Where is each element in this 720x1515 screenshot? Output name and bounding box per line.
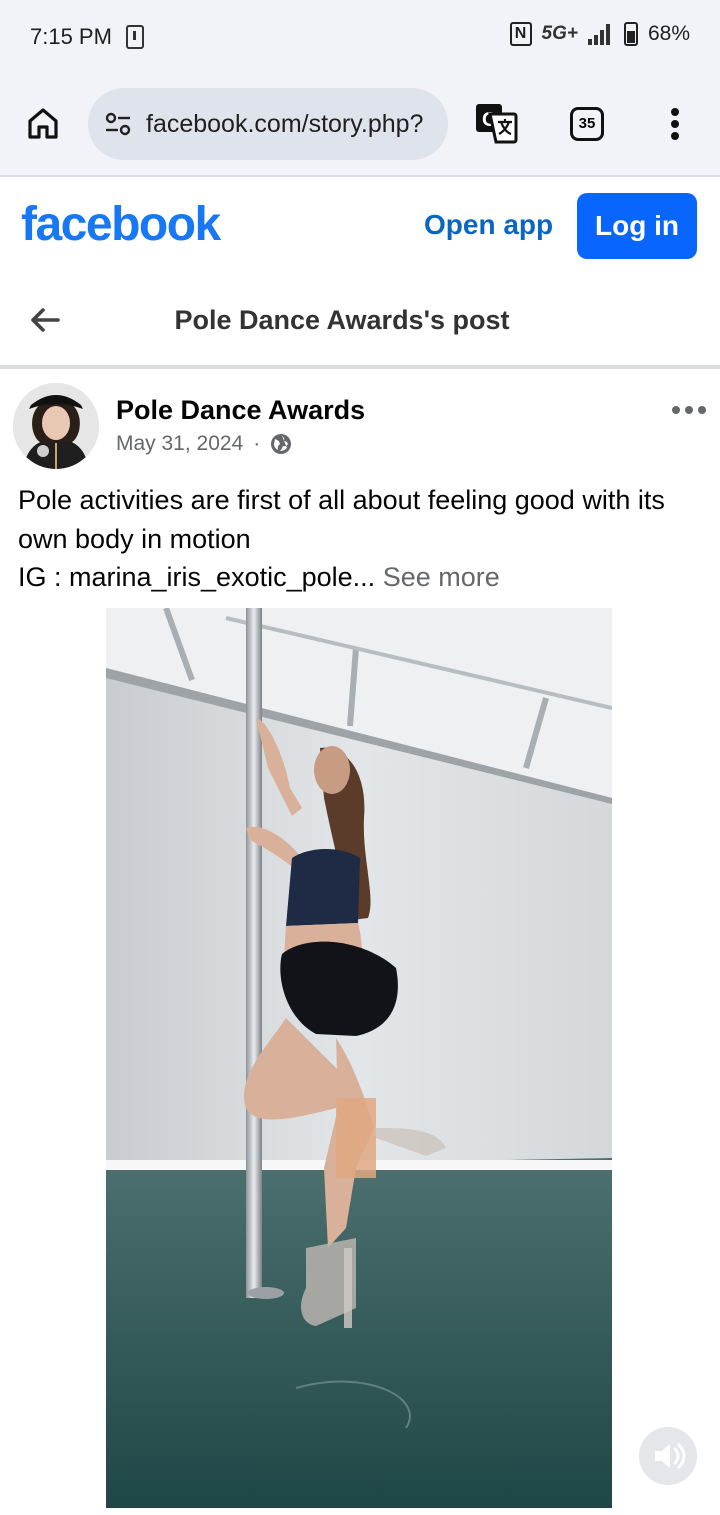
- home-icon[interactable]: [26, 106, 60, 140]
- author-avatar[interactable]: [13, 383, 99, 469]
- post-text-line-2: IG : marina_iris_exotic_pole... See more: [18, 558, 708, 597]
- post-author-row: Pole Dance Awards May 31, 2024 ·: [0, 380, 720, 472]
- post-video[interactable]: [106, 608, 612, 1508]
- post-date[interactable]: May 31, 2024: [116, 432, 243, 456]
- translate-icon[interactable]: G: [474, 102, 518, 144]
- network-type: 5G+: [541, 23, 578, 44]
- meta-separator: ·: [253, 432, 261, 455]
- open-app-link[interactable]: Open app: [424, 209, 553, 241]
- battery-level: 68%: [647, 22, 690, 45]
- video-frame: [106, 608, 612, 1508]
- more-options-icon[interactable]: [672, 406, 710, 416]
- facebook-logo[interactable]: facebook: [21, 197, 221, 252]
- sound-toggle-button[interactable]: [639, 1427, 697, 1485]
- browser-chrome: 7:15 PM N 5G+ 68% facebook.com/story.php…: [0, 0, 720, 176]
- signal-icon: [587, 23, 614, 45]
- url-text: facebook.com/story.php?: [146, 110, 424, 138]
- browser-toolbar: facebook.com/story.php? G 35: [0, 86, 720, 162]
- status-icons: N 5G+ 68%: [509, 22, 690, 46]
- battery-icon: [623, 22, 638, 46]
- post-text-ig: IG : marina_iris_exotic_pole...: [18, 562, 376, 592]
- post-header-bar: Pole Dance Awards's post: [0, 277, 720, 365]
- globe-icon: [271, 434, 292, 454]
- facebook-header: facebook Open app Log in: [0, 177, 720, 277]
- page-title: Pole Dance Awards's post: [174, 305, 510, 335]
- address-bar[interactable]: facebook.com/story.php?: [88, 88, 448, 160]
- tab-switcher-button[interactable]: 35: [570, 107, 604, 141]
- login-button[interactable]: Log in: [577, 193, 697, 259]
- speaker-icon: [655, 1443, 686, 1469]
- status-bar: 7:15 PM N 5G+ 68%: [0, 0, 720, 76]
- section-divider: [0, 365, 720, 369]
- status-time: 7:15 PM: [30, 24, 112, 49]
- author-name[interactable]: Pole Dance Awards: [116, 395, 365, 426]
- site-settings-icon[interactable]: [104, 110, 132, 138]
- post-meta: May 31, 2024 ·: [116, 432, 292, 456]
- post-text-line-1: Pole activities are first of all about f…: [18, 485, 665, 554]
- nfc-icon: N: [509, 22, 532, 46]
- post-caption: Pole activities are first of all about f…: [18, 481, 708, 597]
- download-status-icon: [126, 25, 144, 49]
- browser-menu-icon[interactable]: [668, 108, 682, 140]
- see-more-link[interactable]: See more: [383, 562, 500, 592]
